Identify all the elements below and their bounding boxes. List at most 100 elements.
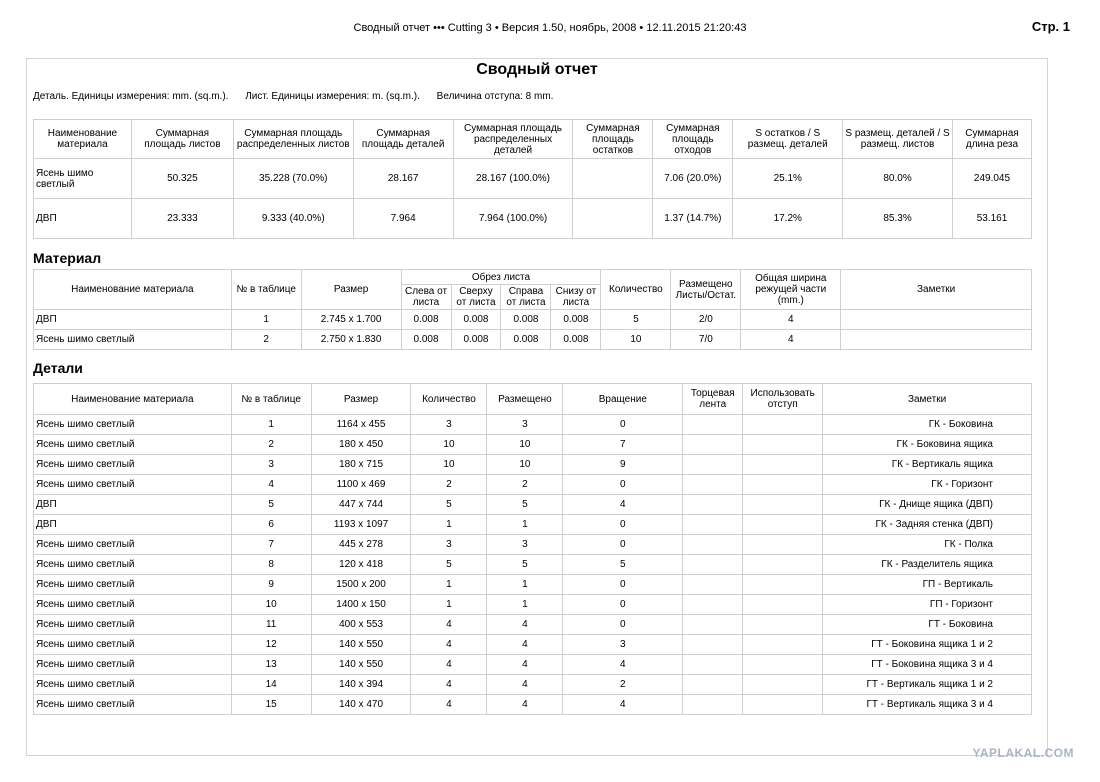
- details-cell: 1500 x 200: [310, 574, 412, 595]
- material-header-placed: Размещено Листы/Остат.: [670, 269, 742, 310]
- details-cell: Ясень шимо светлый: [33, 554, 232, 575]
- details-row: Ясень шимо светлый 1 1164 x 455 3 3 0 ГК - Бок…: [33, 414, 1032, 435]
- details-cell: Ясень шимо светлый: [33, 474, 232, 495]
- material-header-width: Общая ширина режущей части (mm.): [740, 269, 842, 310]
- details-header-cell: Заметки: [822, 383, 1032, 415]
- material-cell: 0.008: [500, 309, 552, 330]
- details-cell: [742, 614, 824, 635]
- report-sheet: Сводный отчет Деталь. Единицы измерения:…: [26, 58, 1048, 756]
- details-cell: [742, 494, 824, 515]
- details-cell: 3: [486, 534, 564, 555]
- details-cell: 4: [410, 694, 488, 715]
- details-row: Ясень шимо светлый 14 140 x 394 4 4 2 ГТ - Вер…: [33, 674, 1032, 695]
- details-cell: [682, 414, 744, 435]
- material-cell: 7/0: [670, 329, 742, 350]
- details-cell: [742, 634, 824, 655]
- details-cell: Ясень шимо светлый: [33, 654, 232, 675]
- summary-cell: 28.167 (100.0%): [452, 158, 574, 199]
- report-header: Сводный отчет ••• Cutting 3 • Версия 1.5…: [353, 22, 747, 34]
- details-cell: 2: [410, 474, 488, 495]
- details-cell: ДВП: [33, 514, 232, 535]
- details-cell: 4: [410, 614, 488, 635]
- details-cell: 5: [230, 494, 312, 515]
- details-cell: 5: [562, 554, 684, 575]
- details-header-cell: Размещено: [486, 383, 564, 415]
- details-cell: ГК - Разделитель ящика: [822, 554, 1032, 575]
- units-line: Деталь. Единицы измерения: mm. (sq.m.). …: [33, 91, 567, 102]
- details-cell: 11: [230, 614, 312, 635]
- details-cell: [682, 674, 744, 695]
- details-cell: [742, 454, 824, 475]
- details-cell: [682, 454, 744, 475]
- details-cell: 10: [410, 434, 488, 455]
- summary-header-cell: S размещ. деталей / S размещ. листов: [842, 119, 953, 159]
- report-title: Сводный отчет: [476, 61, 598, 78]
- details-cell: 1: [410, 574, 488, 595]
- details-cell: 5: [410, 494, 488, 515]
- summary-cell: 53.161: [951, 198, 1033, 239]
- details-cell: 4: [562, 694, 684, 715]
- details-header-cell: № в таблице: [230, 383, 312, 415]
- summary-table: Наименование материала Суммарная площадь …: [33, 119, 1033, 239]
- details-cell: 1: [410, 514, 488, 535]
- details-cell: 0: [562, 474, 684, 495]
- details-cell: 140 x 394: [310, 674, 412, 695]
- material-cell: 1: [230, 309, 302, 330]
- material-cell: 0.008: [550, 329, 602, 350]
- details-cell: ГК - Боковина: [822, 414, 1032, 435]
- summary-header-cell: Суммарная площадь деталей: [352, 119, 454, 159]
- details-header-cell: Наименование материала: [33, 383, 232, 415]
- details-cell: Ясень шимо светлый: [33, 614, 232, 635]
- details-cell: 3: [410, 534, 488, 555]
- details-cell: 4: [486, 654, 564, 675]
- details-cell: 3: [562, 634, 684, 655]
- summary-cell: Ясень шимо светлый: [33, 158, 132, 199]
- offset-value: Величина отступа: 8 mm.: [436, 91, 554, 102]
- summary-header-cell: Суммарная площадь остатков: [572, 119, 654, 159]
- details-cell: 5: [410, 554, 488, 575]
- summary-header-cell: Суммарная площадь листов: [130, 119, 234, 159]
- material-cell: 2.750 x 1.830: [300, 329, 402, 350]
- details-cell: ГТ - Боковина ящика 1 и 2: [822, 634, 1032, 655]
- details-cell: 1: [230, 414, 312, 435]
- details-header-cell: Размер: [310, 383, 412, 415]
- summary-cell: 7.06 (20.0%): [652, 158, 734, 199]
- details-cell: 2: [562, 674, 684, 695]
- details-row: ДВП 6 1193 x 1097 1 1 0 ГК - Задняя стенка (ДВ…: [33, 514, 1032, 535]
- details-row: Ясень шимо светлый 11 400 x 553 4 4 0 ГТ - Бок…: [33, 614, 1032, 635]
- material-cell: [840, 309, 1032, 330]
- details-cell: 400 x 553: [310, 614, 412, 635]
- details-cell: [742, 434, 824, 455]
- summary-cell: [572, 158, 654, 199]
- details-cell: 4: [486, 694, 564, 715]
- details-cell: ГТ - Боковина ящика 3 и 4: [822, 654, 1032, 675]
- details-cell: 1193 x 1097: [310, 514, 412, 535]
- details-cell: [742, 574, 824, 595]
- material-row: Ясень шимо светлый 2 2.750 x 1.830 0.008 0.0…: [33, 329, 1032, 350]
- details-cell: ГК - Горизонт: [822, 474, 1032, 495]
- details-cell: 140 x 470: [310, 694, 412, 715]
- details-cell: 140 x 550: [310, 634, 412, 655]
- details-cell: 447 x 744: [310, 494, 412, 515]
- details-cell: [742, 694, 824, 715]
- details-cell: Ясень шимо светлый: [33, 674, 232, 695]
- material-cell: 0.008: [450, 329, 502, 350]
- details-cell: [682, 574, 744, 595]
- details-cell: 9: [230, 574, 312, 595]
- details-cell: [682, 694, 744, 715]
- details-section-title: Детали: [33, 360, 83, 376]
- details-cell: ГТ - Боковина: [822, 614, 1032, 635]
- details-cell: [742, 554, 824, 575]
- details-cell: 445 x 278: [310, 534, 412, 555]
- details-cell: 4: [410, 674, 488, 695]
- details-cell: 7: [562, 434, 684, 455]
- details-cell: 4: [486, 674, 564, 695]
- details-cell: 14: [230, 674, 312, 695]
- summary-cell: ДВП: [33, 198, 132, 239]
- details-cell: ГТ - Вертикаль ящика 3 и 4: [822, 694, 1032, 715]
- details-cell: [682, 554, 744, 575]
- material-header-notes: Заметки: [840, 269, 1032, 310]
- details-cell: 10: [410, 454, 488, 475]
- summary-cell: 249.045: [951, 158, 1033, 199]
- units-detail: Деталь. Единицы измерения: mm. (sq.m.).: [33, 91, 229, 102]
